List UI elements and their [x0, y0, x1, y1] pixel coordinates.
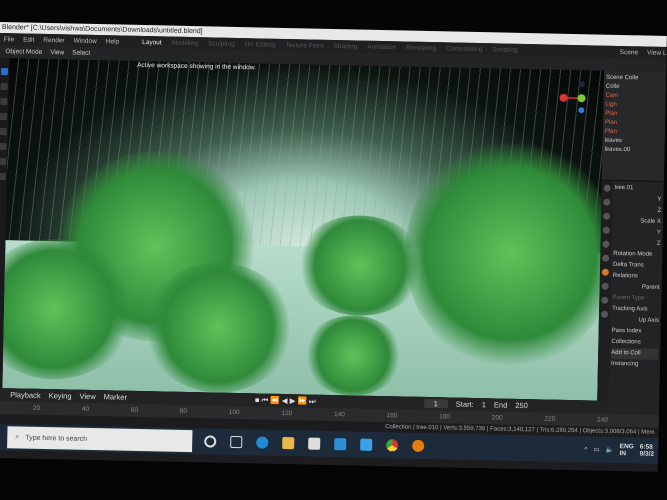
tool-tab-icon[interactable]: [603, 184, 611, 192]
chrome-icon[interactable]: [386, 439, 399, 452]
tick-label: 40: [81, 405, 90, 413]
select-tool-icon[interactable]: [0, 68, 8, 76]
store-icon[interactable]: [308, 437, 321, 450]
outliner-item[interactable]: leaves.00: [604, 146, 662, 156]
edge-icon[interactable]: [256, 436, 269, 449]
particles-tab-icon[interactable]: [601, 296, 609, 304]
navigation-gizmo[interactable]: [555, 78, 596, 119]
tray-chevron-icon[interactable]: ^: [584, 446, 587, 453]
system-tray: ^ ▭ 🔈 ENG IN 6:58 9/3/2: [584, 442, 658, 458]
move-tool-icon[interactable]: [0, 98, 7, 106]
tick-label: 100: [228, 408, 240, 417]
tick-label: 240: [596, 416, 608, 424]
tab-scripting[interactable]: Scripting: [492, 46, 517, 54]
clock-date: 9/3/2: [639, 450, 655, 458]
tab-shading[interactable]: Shading: [333, 42, 357, 49]
tab-modeling[interactable]: Modeling: [172, 39, 199, 47]
output-tab-icon[interactable]: [602, 212, 611, 220]
screen: Blender* [C:\Users\vishwa\Documents\Down…: [0, 22, 667, 472]
object-name[interactable]: tree.01: [615, 183, 662, 195]
world-tab-icon[interactable]: [602, 254, 610, 262]
tick-label: 60: [130, 406, 139, 414]
mail-icon[interactable]: [334, 438, 347, 451]
scene-selector[interactable]: Scene: [620, 48, 639, 55]
view-layer-selector[interactable]: View L: [647, 49, 667, 56]
current-frame-field[interactable]: 1: [423, 398, 448, 409]
menu-render[interactable]: Render: [43, 36, 64, 43]
3d-viewport[interactable]: [2, 58, 605, 401]
taskbar-search[interactable]: ⌕ Type here to search: [7, 426, 193, 453]
battery-icon[interactable]: ▭: [593, 446, 599, 454]
measure-tool-icon[interactable]: [0, 172, 6, 181]
select-menu[interactable]: Select: [72, 50, 90, 57]
view-layer-tab-icon[interactable]: [602, 226, 610, 234]
search-placeholder: Type here to search: [25, 434, 88, 443]
menu-edit[interactable]: Edit: [23, 36, 34, 43]
menu-file[interactable]: File: [4, 36, 15, 43]
tab-sculpting[interactable]: Sculpting: [208, 40, 235, 48]
prop-panel[interactable]: Instancing: [611, 359, 658, 371]
cursor-tool-icon[interactable]: [0, 83, 8, 91]
tab-layout[interactable]: Layout: [142, 38, 162, 45]
pc-icon[interactable]: [360, 438, 373, 451]
modifier-tab-icon[interactable]: [601, 282, 609, 290]
tick-label: 160: [386, 412, 398, 420]
prop-row: Tracking Axis: [612, 305, 648, 313]
blender-icon[interactable]: [412, 439, 425, 452]
mode-dropdown[interactable]: Object Mode: [5, 48, 42, 56]
volume-icon[interactable]: 🔈: [605, 446, 613, 454]
start-frame-field[interactable]: 1: [482, 400, 486, 409]
end-frame-field[interactable]: 250: [515, 401, 528, 410]
tick-label: 140: [333, 411, 345, 419]
region: IN: [619, 450, 627, 458]
scale-tool-icon[interactable]: [0, 128, 7, 136]
file-explorer-icon[interactable]: [282, 437, 295, 450]
properties-editor: tree.01 Y Z Scale X Y Z Rotation Mode De…: [597, 180, 664, 402]
tick-label: 220: [544, 415, 556, 423]
scene-tab-icon[interactable]: [602, 240, 610, 248]
tab-rendering[interactable]: Rendering: [406, 44, 436, 52]
prop-panel[interactable]: Relations: [613, 271, 660, 283]
view-menu[interactable]: View: [50, 49, 64, 56]
outliner: Scene Colle Colle Cam Ligh Plan Plan Pla…: [601, 70, 667, 182]
start-label: Start:: [455, 399, 474, 410]
tab-uv-editing[interactable]: UV Editing: [245, 41, 276, 49]
search-icon: ⌕: [15, 433, 20, 441]
end-label: End: [493, 400, 508, 410]
keying-menu[interactable]: Keying: [49, 391, 72, 400]
physics-tab-icon[interactable]: [600, 310, 609, 318]
menu-window[interactable]: Window: [74, 37, 97, 44]
playback-menu[interactable]: Playback: [10, 390, 41, 400]
tick-label: 120: [281, 409, 293, 418]
render-tab-icon[interactable]: [603, 198, 611, 206]
cortana-icon[interactable]: [204, 435, 217, 448]
object-tab-icon[interactable]: [601, 268, 609, 276]
tick-label: 80: [179, 407, 188, 416]
tab-compositing[interactable]: Compositing: [446, 45, 482, 53]
tab-animation[interactable]: Animation: [367, 43, 396, 51]
right-panels: Scene Colle Colle Cam Ligh Plan Plan Pla…: [597, 70, 667, 402]
task-view-icon[interactable]: [230, 435, 243, 449]
tab-texture-paint[interactable]: Texture Paint: [285, 41, 323, 49]
playback-controls[interactable]: ■ ⏮ ⏪ ◀ ▶ ⏩ ⏭: [255, 395, 316, 406]
tick-label: 200: [491, 414, 503, 422]
rotate-tool-icon[interactable]: [0, 113, 7, 121]
tick-label: 180: [439, 413, 451, 421]
timeline-view-menu[interactable]: View: [79, 392, 95, 401]
marker-menu[interactable]: Marker: [104, 392, 128, 401]
tick-label: 20: [32, 404, 41, 412]
transform-tool-icon[interactable]: [0, 143, 6, 151]
menu-help[interactable]: Help: [106, 38, 120, 45]
annotate-tool-icon[interactable]: [0, 158, 6, 166]
